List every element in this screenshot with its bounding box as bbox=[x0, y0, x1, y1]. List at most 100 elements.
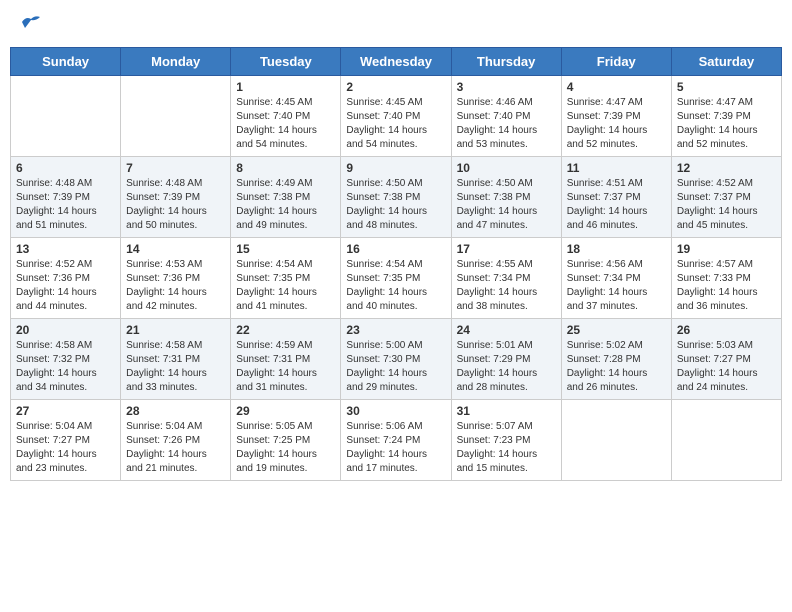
day-number: 27 bbox=[16, 404, 115, 418]
day-number: 6 bbox=[16, 161, 115, 175]
calendar-day-cell: 5 Sunrise: 4:47 AMSunset: 7:39 PMDaylight… bbox=[671, 76, 781, 157]
day-number: 16 bbox=[346, 242, 445, 256]
day-number: 8 bbox=[236, 161, 335, 175]
calendar-day-cell: 4 Sunrise: 4:47 AMSunset: 7:39 PMDaylight… bbox=[561, 76, 671, 157]
day-info: Sunrise: 5:07 AMSunset: 7:23 PMDaylight:… bbox=[457, 420, 556, 476]
calendar-day-cell: 2 Sunrise: 4:45 AMSunset: 7:40 PMDaylight… bbox=[341, 76, 451, 157]
calendar-day-cell: 15 Sunrise: 4:54 AMSunset: 7:35 PMDayligh… bbox=[231, 238, 341, 319]
day-info: Sunrise: 4:55 AMSunset: 7:34 PMDaylight:… bbox=[457, 258, 556, 314]
calendar-day-cell: 10 Sunrise: 4:50 AMSunset: 7:38 PMDayligh… bbox=[451, 157, 561, 238]
calendar-day-cell: 29 Sunrise: 5:05 AMSunset: 7:25 PMDayligh… bbox=[231, 400, 341, 481]
day-number: 3 bbox=[457, 80, 556, 94]
calendar-header-row: SundayMondayTuesdayWednesdayThursdayFrid… bbox=[11, 48, 782, 76]
calendar-weekday-friday: Friday bbox=[561, 48, 671, 76]
day-info: Sunrise: 4:50 AMSunset: 7:38 PMDaylight:… bbox=[346, 177, 445, 233]
logo-bird-icon bbox=[20, 14, 42, 35]
calendar-day-cell: 30Sunrise: 5:06 AMSunset: 7:24 PMDayligh… bbox=[341, 400, 451, 481]
calendar-day-cell bbox=[121, 76, 231, 157]
calendar-day-cell: 13 Sunrise: 4:52 AMSunset: 7:36 PMDayligh… bbox=[11, 238, 121, 319]
day-info: Sunrise: 4:50 AMSunset: 7:38 PMDaylight:… bbox=[457, 177, 556, 233]
calendar-weekday-sunday: Sunday bbox=[11, 48, 121, 76]
day-number: 29 bbox=[236, 404, 335, 418]
day-info: Sunrise: 4:45 AMSunset: 7:40 PMDaylight:… bbox=[346, 96, 445, 152]
calendar-week-row: 20 Sunrise: 4:58 AMSunset: 7:32 PMDayligh… bbox=[11, 319, 782, 400]
calendar-day-cell: 14 Sunrise: 4:53 AMSunset: 7:36 PMDayligh… bbox=[121, 238, 231, 319]
day-info: Sunrise: 4:48 AMSunset: 7:39 PMDaylight:… bbox=[16, 177, 115, 233]
day-info: Sunrise: 5:04 AMSunset: 7:26 PMDaylight:… bbox=[126, 420, 225, 476]
day-info: Sunrise: 5:03 AMSunset: 7:27 PMDaylight:… bbox=[677, 339, 776, 395]
calendar-day-cell: 16 Sunrise: 4:54 AMSunset: 7:35 PMDayligh… bbox=[341, 238, 451, 319]
day-info: Sunrise: 4:56 AMSunset: 7:34 PMDaylight:… bbox=[567, 258, 666, 314]
day-info: Sunrise: 5:06 AMSunset: 7:24 PMDaylight:… bbox=[346, 420, 445, 476]
day-number: 20 bbox=[16, 323, 115, 337]
calendar-day-cell: 9 Sunrise: 4:50 AMSunset: 7:38 PMDaylight… bbox=[341, 157, 451, 238]
day-number: 10 bbox=[457, 161, 556, 175]
calendar-day-cell: 31 Sunrise: 5:07 AMSunset: 7:23 PMDayligh… bbox=[451, 400, 561, 481]
calendar-weekday-monday: Monday bbox=[121, 48, 231, 76]
day-info: Sunrise: 4:57 AMSunset: 7:33 PMDaylight:… bbox=[677, 258, 776, 314]
calendar-weekday-tuesday: Tuesday bbox=[231, 48, 341, 76]
calendar-day-cell: 23 Sunrise: 5:00 AMSunset: 7:30 PMDayligh… bbox=[341, 319, 451, 400]
day-number: 11 bbox=[567, 161, 666, 175]
day-number: 2 bbox=[346, 80, 445, 94]
day-info: Sunrise: 4:46 AMSunset: 7:40 PMDaylight:… bbox=[457, 96, 556, 152]
calendar-day-cell: 26 Sunrise: 5:03 AMSunset: 7:27 PMDayligh… bbox=[671, 319, 781, 400]
calendar-weekday-thursday: Thursday bbox=[451, 48, 561, 76]
day-number: 26 bbox=[677, 323, 776, 337]
page-header bbox=[10, 10, 782, 39]
calendar-day-cell: 12 Sunrise: 4:52 AMSunset: 7:37 PMDayligh… bbox=[671, 157, 781, 238]
day-info: Sunrise: 4:48 AMSunset: 7:39 PMDaylight:… bbox=[126, 177, 225, 233]
day-number: 5 bbox=[677, 80, 776, 94]
day-number: 12 bbox=[677, 161, 776, 175]
calendar-week-row: 13 Sunrise: 4:52 AMSunset: 7:36 PMDayligh… bbox=[11, 238, 782, 319]
day-info: Sunrise: 4:45 AMSunset: 7:40 PMDaylight:… bbox=[236, 96, 335, 152]
day-info: Sunrise: 5:04 AMSunset: 7:27 PMDaylight:… bbox=[16, 420, 115, 476]
day-info: Sunrise: 4:47 AMSunset: 7:39 PMDaylight:… bbox=[567, 96, 666, 152]
calendar-day-cell: 21 Sunrise: 4:58 AMSunset: 7:31 PMDayligh… bbox=[121, 319, 231, 400]
calendar-day-cell: 24Sunrise: 5:01 AMSunset: 7:29 PMDayligh… bbox=[451, 319, 561, 400]
calendar-week-row: 1 Sunrise: 4:45 AMSunset: 7:40 PMDaylight… bbox=[11, 76, 782, 157]
calendar-week-row: 6 Sunrise: 4:48 AMSunset: 7:39 PMDaylight… bbox=[11, 157, 782, 238]
day-number: 21 bbox=[126, 323, 225, 337]
day-info: Sunrise: 5:00 AMSunset: 7:30 PMDaylight:… bbox=[346, 339, 445, 395]
day-number: 31 bbox=[457, 404, 556, 418]
day-info: Sunrise: 4:58 AMSunset: 7:32 PMDaylight:… bbox=[16, 339, 115, 395]
calendar-day-cell: 1 Sunrise: 4:45 AMSunset: 7:40 PMDaylight… bbox=[231, 76, 341, 157]
day-info: Sunrise: 4:54 AMSunset: 7:35 PMDaylight:… bbox=[346, 258, 445, 314]
day-number: 19 bbox=[677, 242, 776, 256]
day-info: Sunrise: 4:52 AMSunset: 7:37 PMDaylight:… bbox=[677, 177, 776, 233]
day-number: 25 bbox=[567, 323, 666, 337]
day-info: Sunrise: 4:54 AMSunset: 7:35 PMDaylight:… bbox=[236, 258, 335, 314]
day-info: Sunrise: 4:47 AMSunset: 7:39 PMDaylight:… bbox=[677, 96, 776, 152]
day-number: 4 bbox=[567, 80, 666, 94]
day-number: 22 bbox=[236, 323, 335, 337]
day-info: Sunrise: 4:49 AMSunset: 7:38 PMDaylight:… bbox=[236, 177, 335, 233]
calendar-day-cell bbox=[671, 400, 781, 481]
calendar-day-cell: 19 Sunrise: 4:57 AMSunset: 7:33 PMDayligh… bbox=[671, 238, 781, 319]
day-number: 1 bbox=[236, 80, 335, 94]
calendar-weekday-wednesday: Wednesday bbox=[341, 48, 451, 76]
day-info: Sunrise: 4:58 AMSunset: 7:31 PMDaylight:… bbox=[126, 339, 225, 395]
day-info: Sunrise: 4:52 AMSunset: 7:36 PMDaylight:… bbox=[16, 258, 115, 314]
day-info: Sunrise: 4:53 AMSunset: 7:36 PMDaylight:… bbox=[126, 258, 225, 314]
calendar-day-cell: 27 Sunrise: 5:04 AMSunset: 7:27 PMDayligh… bbox=[11, 400, 121, 481]
day-number: 23 bbox=[346, 323, 445, 337]
calendar-day-cell: 11 Sunrise: 4:51 AMSunset: 7:37 PMDayligh… bbox=[561, 157, 671, 238]
day-number: 24 bbox=[457, 323, 556, 337]
day-number: 28 bbox=[126, 404, 225, 418]
calendar-week-row: 27 Sunrise: 5:04 AMSunset: 7:27 PMDayligh… bbox=[11, 400, 782, 481]
day-number: 9 bbox=[346, 161, 445, 175]
calendar-day-cell: 17Sunrise: 4:55 AMSunset: 7:34 PMDayligh… bbox=[451, 238, 561, 319]
day-number: 15 bbox=[236, 242, 335, 256]
day-info: Sunrise: 5:05 AMSunset: 7:25 PMDaylight:… bbox=[236, 420, 335, 476]
calendar-table: SundayMondayTuesdayWednesdayThursdayFrid… bbox=[10, 47, 782, 481]
day-info: Sunrise: 4:51 AMSunset: 7:37 PMDaylight:… bbox=[567, 177, 666, 233]
day-number: 14 bbox=[126, 242, 225, 256]
day-number: 7 bbox=[126, 161, 225, 175]
calendar-day-cell: 28 Sunrise: 5:04 AMSunset: 7:26 PMDayligh… bbox=[121, 400, 231, 481]
day-number: 13 bbox=[16, 242, 115, 256]
day-number: 18 bbox=[567, 242, 666, 256]
logo bbox=[18, 14, 44, 35]
calendar-day-cell bbox=[11, 76, 121, 157]
logo-text bbox=[18, 14, 44, 35]
